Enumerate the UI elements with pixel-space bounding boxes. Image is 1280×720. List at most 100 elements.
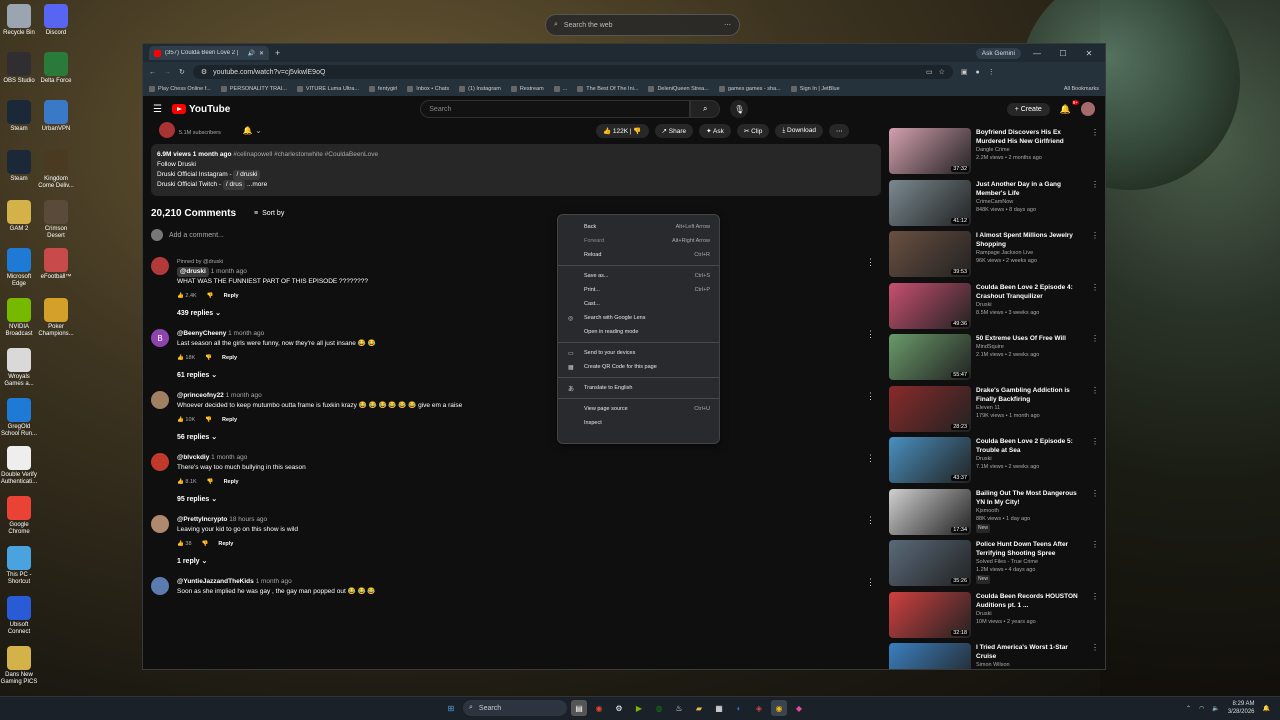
comment-author[interactable]: @YuntieJazzandTheKids bbox=[177, 578, 254, 585]
new-tab-button[interactable]: + bbox=[275, 48, 280, 58]
recommended-video[interactable]: 35:26 Police Hunt Down Teens After Terrif… bbox=[889, 540, 1099, 592]
video-thumbnail[interactable]: 28:23 bbox=[889, 385, 971, 432]
back-arrow-icon[interactable]: ← bbox=[149, 69, 156, 76]
share-button[interactable]: ↗ Share bbox=[654, 124, 694, 138]
recommended-video[interactable]: 55:47 50 Extreme Uses Of Free Will MindSqu… bbox=[889, 334, 1099, 386]
reply-button[interactable]: Reply bbox=[224, 291, 239, 301]
desktop-icon[interactable]: Google Chrome bbox=[0, 496, 38, 536]
reply-button[interactable]: Reply bbox=[224, 477, 239, 487]
view-replies-button[interactable]: 95 replies ⌄ bbox=[177, 495, 875, 503]
settings-gear-icon[interactable]: ⚙ bbox=[611, 700, 627, 716]
desktop-icon[interactable]: GregOld School Run... bbox=[0, 398, 38, 438]
comment-time[interactable]: 1 month ago bbox=[228, 330, 264, 337]
ask-gemini-button[interactable]: Ask Gemini bbox=[975, 47, 1021, 59]
video-channel[interactable]: Simon Wilson bbox=[976, 661, 1086, 669]
desktop-icon[interactable]: Steam bbox=[0, 150, 38, 183]
video-thumbnail[interactable]: 43:37 bbox=[889, 437, 971, 483]
video-title[interactable]: I Tried America's Worst 1-Star Cruise bbox=[976, 643, 1086, 661]
recommended-video[interactable]: 32:18 Coulda Been Records HOUSTON Auditio… bbox=[889, 591, 1099, 644]
recommended-video[interactable]: I Tried America's Worst 1-Star Cruise Sim… bbox=[889, 643, 1099, 669]
video-thumbnail[interactable]: 39:53 bbox=[889, 231, 971, 277]
video-thumbnail[interactable]: 49:36 bbox=[889, 282, 971, 329]
store-icon[interactable]: ▦ bbox=[711, 700, 727, 716]
bookmark-item[interactable]: fentygirl bbox=[369, 86, 397, 92]
recommended-video[interactable]: 39:53 I Almost Spent Millions Jewelry Sho… bbox=[889, 231, 1099, 283]
recommended-video[interactable]: 43:37 Coulda Been Love 2 Episode 5: Troub… bbox=[889, 437, 1099, 489]
video-title[interactable]: Bailing Out The Most Dangerous YN In My … bbox=[976, 489, 1086, 507]
desktop-icon[interactable]: Poker Champions... bbox=[37, 298, 75, 338]
video-channel[interactable]: Druski bbox=[976, 301, 1086, 309]
search-icon[interactable]: ⌕ bbox=[690, 100, 721, 118]
video-menu-icon[interactable]: ⋮ bbox=[1091, 283, 1099, 335]
video-menu-icon[interactable]: ⋮ bbox=[1091, 231, 1099, 283]
bookmark-item[interactable]: VITURE Luma Ultra... bbox=[296, 86, 359, 92]
like-button[interactable]: 👍 122K | 👎 bbox=[596, 124, 649, 138]
forward-arrow-icon[interactable]: → bbox=[164, 69, 171, 76]
video-channel[interactable]: Kjsmooth bbox=[976, 507, 1086, 515]
bookmark-item[interactable]: DeleniQueen Strea... bbox=[648, 86, 709, 92]
channel-avatar[interactable] bbox=[159, 122, 175, 138]
video-title[interactable]: Boyfriend Discovers His Ex Murdered His … bbox=[976, 128, 1086, 146]
taskbar-search[interactable]: ⌕ Search bbox=[463, 700, 567, 716]
comment-menu-icon[interactable]: ⋮ bbox=[866, 257, 875, 268]
recommended-video[interactable]: 49:36 Coulda Been Love 2 Episode 4: Crash… bbox=[889, 282, 1099, 335]
microphone-icon[interactable]: 🎙 bbox=[730, 100, 749, 118]
bookmark-item[interactable]: Play Chess Online f... bbox=[149, 86, 211, 92]
avatar[interactable] bbox=[151, 453, 169, 471]
video-menu-icon[interactable]: ⋮ bbox=[1091, 180, 1099, 232]
context-menu-item[interactable]: Back Alt+Left Arrow bbox=[558, 220, 719, 234]
avatar[interactable] bbox=[151, 257, 169, 275]
video-menu-icon[interactable]: ⋮ bbox=[1091, 643, 1099, 669]
download-button[interactable]: ⤓ Download bbox=[775, 124, 823, 138]
video-title[interactable]: 50 Extreme Uses Of Free Will bbox=[976, 334, 1086, 343]
twitch-link[interactable]: / drus bbox=[222, 180, 246, 190]
context-menu-item[interactable]: ◎ Search with Google Lens bbox=[558, 311, 719, 325]
reply-button[interactable]: Reply bbox=[222, 353, 237, 363]
view-replies-button[interactable]: 1 reply ⌄ bbox=[177, 557, 875, 565]
video-channel[interactable]: Rampage Jackson Live bbox=[976, 249, 1086, 257]
windows-start-icon[interactable]: ⊞ bbox=[443, 700, 459, 716]
like-button[interactable]: 👍 2.4K bbox=[177, 291, 197, 301]
volume-icon[interactable]: 🔈 bbox=[1212, 705, 1219, 712]
menu-kebab-icon[interactable]: ⋮ bbox=[988, 68, 995, 76]
comment-author[interactable]: @princeofny22 bbox=[177, 392, 224, 399]
instagram-link[interactable]: / druski bbox=[233, 170, 261, 180]
comment-time[interactable]: 1 month ago bbox=[211, 454, 247, 461]
chrome-icon[interactable]: ◉ bbox=[591, 700, 607, 716]
reply-button[interactable]: Reply bbox=[222, 415, 237, 425]
comment-time[interactable]: 1 month ago bbox=[226, 392, 262, 399]
address-bar[interactable]: ⚙ youtube.com/watch?v=cj5vkwlE9oQ ▭ ☆ bbox=[192, 65, 953, 79]
video-thumbnail[interactable] bbox=[889, 643, 971, 669]
reload-icon[interactable]: ↻ bbox=[179, 68, 185, 76]
clip-button[interactable]: ✂ Clip bbox=[736, 124, 770, 138]
dislike-icon[interactable]: 👎 bbox=[202, 539, 209, 549]
recommended-video[interactable]: 41:12 Just Another Day in a Gang Member's… bbox=[889, 179, 1099, 232]
bell-icon[interactable]: 🔔 ⌄ bbox=[243, 126, 262, 135]
video-thumbnail[interactable]: 35:26 bbox=[889, 540, 971, 586]
bookmark-item[interactable]: Sign In | JetBlue bbox=[790, 86, 840, 92]
context-menu-item[interactable]: Cast... bbox=[558, 297, 719, 311]
avatar[interactable] bbox=[151, 577, 169, 595]
speaker-icon[interactable]: 🔊 bbox=[247, 50, 254, 57]
xbox-icon[interactable]: ◍ bbox=[651, 700, 667, 716]
context-menu-item[interactable]: ▦ Create QR Code for this page bbox=[558, 360, 719, 374]
comment-menu-icon[interactable]: ⋮ bbox=[866, 329, 875, 340]
context-menu-item[interactable]: ▭ Send to your devices bbox=[558, 346, 719, 360]
video-title[interactable]: Coulda Been Records HOUSTON Auditions pt… bbox=[976, 592, 1086, 610]
desktop-icon[interactable]: Delta Force bbox=[37, 52, 75, 85]
show-more-link[interactable]: ...more bbox=[247, 181, 267, 188]
video-description[interactable]: 6.9M views 1 month ago #celinapowell #ch… bbox=[151, 144, 881, 196]
video-title[interactable]: Just Another Day in a Gang Member's Life bbox=[976, 180, 1086, 198]
context-menu-item[interactable]: Reload Ctrl+R bbox=[558, 248, 719, 262]
comment-menu-icon[interactable]: ⋮ bbox=[866, 577, 875, 588]
wifi-icon[interactable]: ◠ bbox=[1199, 705, 1204, 712]
notifications-bell-icon[interactable]: 🔔 9+ bbox=[1060, 99, 1079, 115]
recommended-video[interactable]: 37:32 Boyfriend Discovers His Ex Murdered… bbox=[889, 128, 1099, 180]
notifications-icon[interactable]: 🔔 bbox=[1263, 705, 1270, 712]
close-window-button[interactable]: ✕ bbox=[1079, 49, 1099, 58]
recommended-video[interactable]: 17:34 Bailing Out The Most Dangerous YN I… bbox=[889, 488, 1099, 541]
like-button[interactable]: 👍 38 bbox=[177, 539, 192, 549]
video-menu-icon[interactable]: ⋮ bbox=[1091, 128, 1099, 180]
avatar[interactable] bbox=[151, 391, 169, 409]
steam-icon[interactable]: ♨ bbox=[671, 700, 687, 716]
